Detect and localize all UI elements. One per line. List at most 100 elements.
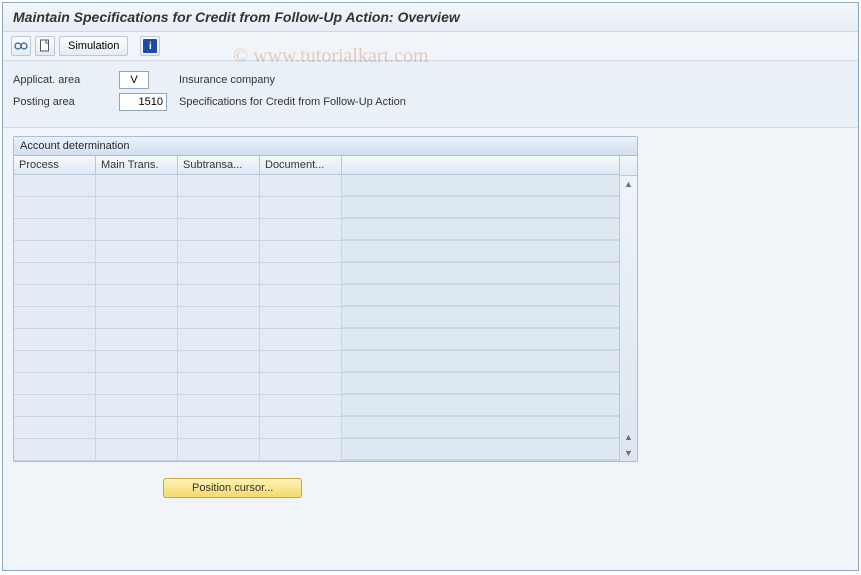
table-row[interactable]: [14, 241, 619, 263]
table-cell[interactable]: [96, 219, 178, 240]
scroll-down-icon[interactable]: ▼: [620, 445, 637, 461]
table-cell[interactable]: [14, 439, 96, 460]
table-cell[interactable]: [14, 241, 96, 262]
table-cell[interactable]: [14, 351, 96, 372]
table-cell[interactable]: [260, 241, 342, 262]
table-cell[interactable]: [260, 307, 342, 328]
table-cell[interactable]: [178, 241, 260, 262]
col-document[interactable]: Document...: [260, 156, 342, 174]
info-button[interactable]: i: [140, 36, 160, 56]
table-row[interactable]: [14, 285, 619, 307]
table-cell[interactable]: [96, 439, 178, 460]
posting-area-input[interactable]: [119, 93, 167, 111]
grid-header-row: Process Main Trans. Subtransa... Documen…: [14, 156, 619, 175]
table-row[interactable]: [14, 197, 619, 219]
table-row[interactable]: [14, 395, 619, 417]
applicat-area-input[interactable]: [119, 71, 149, 89]
table-row[interactable]: [14, 175, 619, 197]
row-gap: [342, 307, 619, 328]
posting-area-label: Posting area: [13, 96, 113, 108]
simulation-label: Simulation: [68, 40, 119, 52]
table-cell[interactable]: [14, 417, 96, 438]
new-document-icon[interactable]: [35, 36, 55, 56]
row-gap: [342, 439, 619, 460]
table-cell[interactable]: [14, 263, 96, 284]
simulation-button[interactable]: Simulation: [59, 36, 128, 56]
table-cell[interactable]: [96, 417, 178, 438]
scroll-top-box[interactable]: [620, 156, 637, 176]
table-cell[interactable]: [96, 285, 178, 306]
table-cell[interactable]: [96, 395, 178, 416]
table-cell[interactable]: [178, 351, 260, 372]
grid-header-gap: [342, 156, 619, 174]
table-cell[interactable]: [178, 417, 260, 438]
scroll-up2-icon[interactable]: ▲: [620, 429, 637, 445]
col-main-trans[interactable]: Main Trans.: [96, 156, 178, 174]
table-cell[interactable]: [260, 395, 342, 416]
table-cell[interactable]: [178, 373, 260, 394]
table-cell[interactable]: [260, 417, 342, 438]
table-cell[interactable]: [178, 175, 260, 196]
table-row[interactable]: [14, 263, 619, 285]
table-cell[interactable]: [14, 175, 96, 196]
col-process[interactable]: Process: [14, 156, 96, 174]
table-cell[interactable]: [178, 329, 260, 350]
scroll-track[interactable]: [620, 192, 637, 429]
table-cell[interactable]: [178, 263, 260, 284]
table-cell[interactable]: [178, 439, 260, 460]
table-cell[interactable]: [260, 351, 342, 372]
table-cell[interactable]: [96, 373, 178, 394]
table-cell[interactable]: [260, 373, 342, 394]
table-row[interactable]: [14, 439, 619, 461]
row-gap: [342, 351, 619, 372]
table-cell[interactable]: [260, 439, 342, 460]
col-subtransa[interactable]: Subtransa...: [178, 156, 260, 174]
table-cell[interactable]: [260, 285, 342, 306]
table-cell[interactable]: [96, 351, 178, 372]
table-cell[interactable]: [14, 197, 96, 218]
posting-area-desc: Specifications for Credit from Follow-Up…: [179, 96, 406, 108]
scroll-up-icon[interactable]: ▲: [620, 176, 637, 192]
applicat-area-label: Applicat. area: [13, 74, 113, 86]
table-cell[interactable]: [14, 285, 96, 306]
table-cell[interactable]: [14, 307, 96, 328]
table-row[interactable]: [14, 417, 619, 439]
table-cell[interactable]: [178, 395, 260, 416]
glasses-icon[interactable]: [11, 36, 31, 56]
table-cell[interactable]: [178, 307, 260, 328]
row-gap: [342, 329, 619, 350]
grid-body: [14, 175, 619, 461]
vertical-scrollbar[interactable]: ▲ ▲ ▼: [619, 156, 637, 461]
row-gap: [342, 175, 619, 196]
account-determination-panel: Account determination Process Main Trans…: [13, 136, 638, 462]
table-cell[interactable]: [96, 175, 178, 196]
table-row[interactable]: [14, 351, 619, 373]
table-cell[interactable]: [96, 241, 178, 262]
table-cell[interactable]: [260, 329, 342, 350]
table-row[interactable]: [14, 307, 619, 329]
table-row[interactable]: [14, 219, 619, 241]
table-cell[interactable]: [96, 197, 178, 218]
table-cell[interactable]: [260, 263, 342, 284]
info-icon: i: [143, 39, 157, 53]
table-cell[interactable]: [96, 263, 178, 284]
table-cell[interactable]: [14, 219, 96, 240]
table-cell[interactable]: [260, 175, 342, 196]
table-cell[interactable]: [96, 307, 178, 328]
table-cell[interactable]: [178, 197, 260, 218]
table-cell[interactable]: [14, 373, 96, 394]
position-cursor-button[interactable]: Position cursor...: [163, 478, 302, 498]
applicat-area-desc: Insurance company: [179, 74, 275, 86]
row-gap: [342, 197, 619, 218]
table-cell[interactable]: [260, 197, 342, 218]
table-row[interactable]: [14, 373, 619, 395]
grid: Process Main Trans. Subtransa... Documen…: [14, 156, 619, 461]
table-cell[interactable]: [14, 395, 96, 416]
table-cell[interactable]: [14, 329, 96, 350]
table-cell[interactable]: [96, 329, 178, 350]
table-cell[interactable]: [178, 285, 260, 306]
row-gap: [342, 285, 619, 306]
table-row[interactable]: [14, 329, 619, 351]
table-cell[interactable]: [178, 219, 260, 240]
table-cell[interactable]: [260, 219, 342, 240]
